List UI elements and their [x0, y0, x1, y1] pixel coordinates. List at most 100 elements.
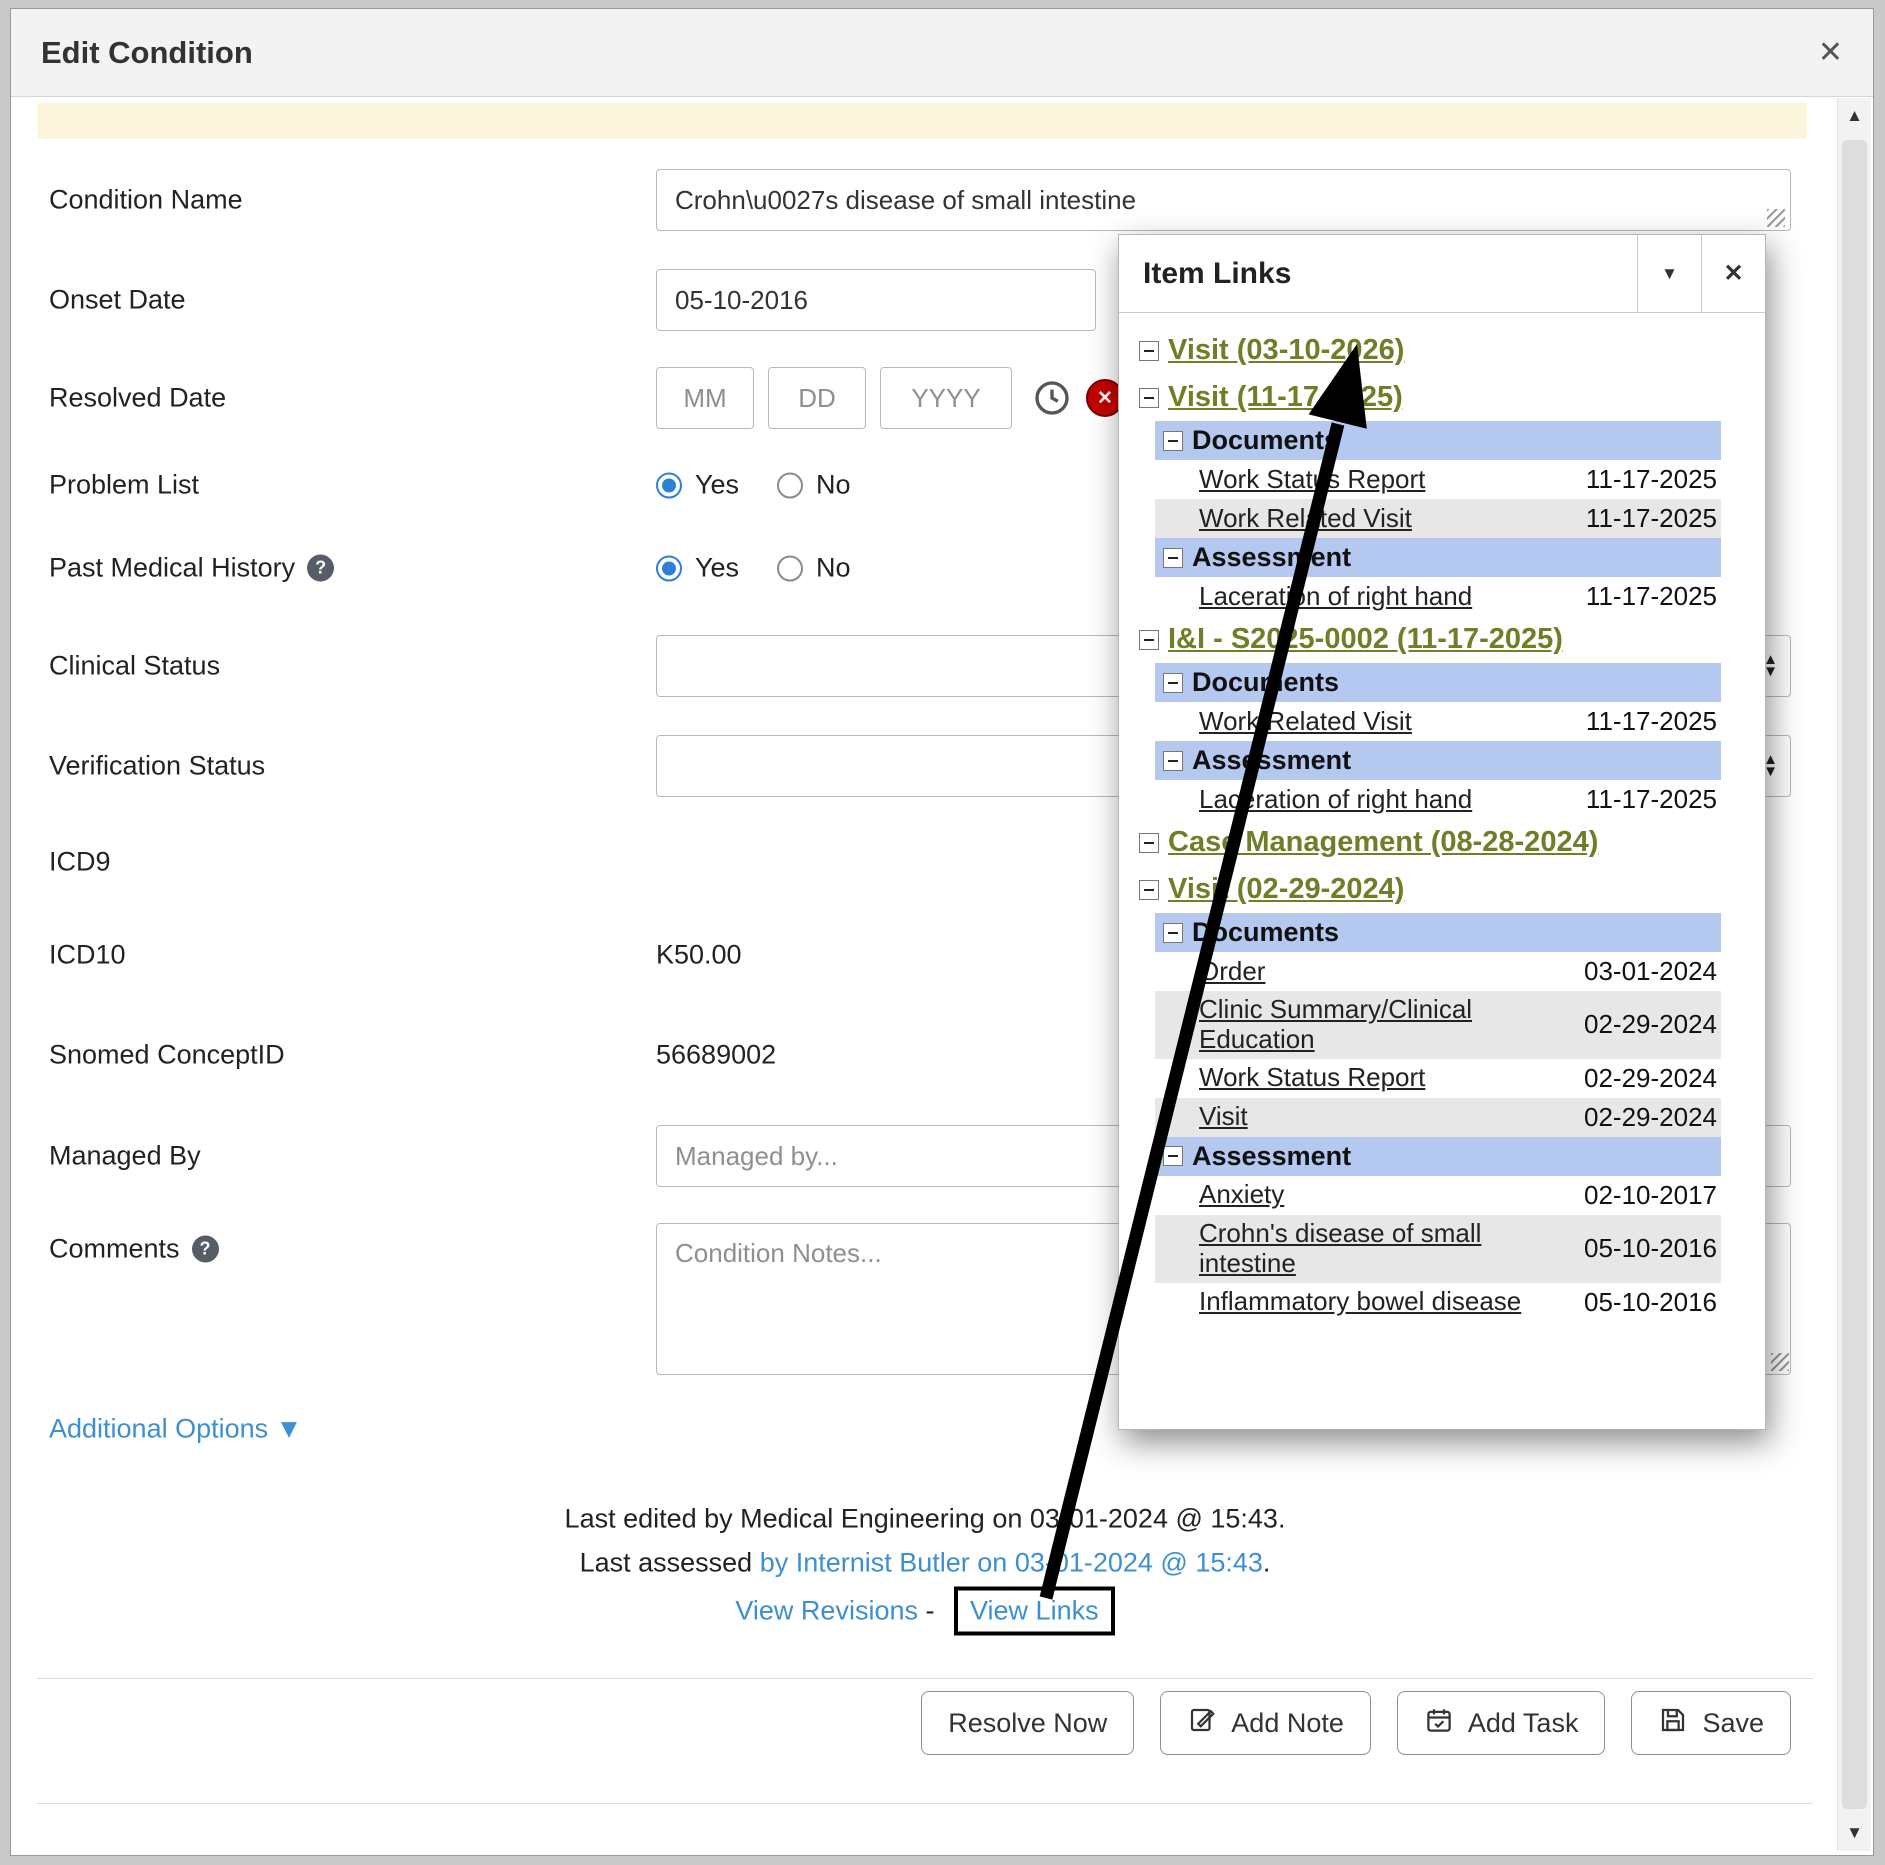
help-icon[interactable]: ?: [307, 555, 334, 582]
item-links-item-row: Work Related Visit11-17-2025: [1155, 702, 1721, 741]
pmh-no-radio[interactable]: No: [777, 553, 851, 584]
divider: [37, 1678, 1813, 1679]
encounter-link[interactable]: Visit (03-10-2026): [1168, 334, 1404, 367]
radio-icon: [656, 555, 682, 581]
pmh-yes-radio[interactable]: Yes: [656, 553, 739, 584]
linked-item-link[interactable]: Laceration of right hand: [1199, 785, 1586, 815]
resize-handle[interactable]: [1767, 209, 1785, 227]
linked-item-link[interactable]: Inflammatory bowel disease: [1199, 1287, 1584, 1317]
encounter-link[interactable]: Visit (11-17-2025): [1168, 381, 1403, 414]
linked-item-link[interactable]: Anxiety: [1199, 1180, 1584, 1210]
item-links-item-row: Crohn's disease of small intestine05-10-…: [1155, 1215, 1721, 1283]
scrollbar-track[interactable]: [1838, 134, 1871, 1815]
linked-item-link[interactable]: Order: [1199, 957, 1584, 987]
collapse-minus-icon[interactable]: [1163, 548, 1183, 568]
linked-item-link[interactable]: Crohn's disease of small intestine: [1199, 1219, 1584, 1279]
save-icon: [1658, 1705, 1688, 1742]
linked-item-date: 05-10-2016: [1584, 1287, 1717, 1318]
linked-item-link[interactable]: Laceration of right hand: [1199, 582, 1586, 612]
radio-icon: [777, 472, 803, 498]
save-button[interactable]: Save: [1631, 1691, 1791, 1755]
view-revisions-link[interactable]: View Revisions: [735, 1596, 918, 1626]
scroll-down-button[interactable]: ▼: [1838, 1815, 1871, 1851]
collapse-minus-icon[interactable]: [1139, 388, 1159, 408]
collapse-minus-icon[interactable]: [1139, 880, 1159, 900]
linked-item-link[interactable]: Clinic Summary/Clinical Education: [1199, 995, 1584, 1055]
collapse-minus-icon[interactable]: [1163, 673, 1183, 693]
last-assessed-link[interactable]: by Internist Butler on 03-01-2024 @ 15:4…: [760, 1548, 1263, 1578]
verification-status-label-text: Verification Status: [49, 751, 265, 782]
item-links-group-row: Case Management (08-28-2024): [1139, 819, 1721, 866]
resolve-now-button[interactable]: Resolve Now: [921, 1691, 1134, 1755]
encounter-link[interactable]: Visit (02-29-2024): [1168, 873, 1404, 906]
modal-title: Edit Condition: [41, 35, 253, 71]
item-links-header: Item Links ▼ ✕: [1119, 235, 1765, 313]
problem-list-no-radio[interactable]: No: [777, 470, 851, 501]
onset-date-label: Onset Date: [49, 285, 186, 316]
scrollbar-thumb[interactable]: [1842, 140, 1867, 1809]
collapse-minus-icon[interactable]: [1163, 751, 1183, 771]
collapse-minus-icon[interactable]: [1163, 923, 1183, 943]
linked-item-link[interactable]: Work Status Report: [1199, 465, 1586, 495]
vertical-scrollbar[interactable]: ▲ ▼: [1837, 98, 1871, 1851]
last-edited-line: Last edited by Medical Engineering on 03…: [37, 1504, 1813, 1535]
condition-name-input[interactable]: [656, 169, 1791, 231]
view-links-link[interactable]: View Links: [970, 1596, 1099, 1626]
add-note-button[interactable]: Add Note: [1160, 1691, 1371, 1755]
linked-item-link[interactable]: Work Related Visit: [1199, 504, 1586, 534]
radio-label: No: [816, 470, 851, 501]
item-links-section-header: Assessment: [1155, 741, 1721, 780]
condition-name-label-text: Condition Name: [49, 185, 243, 216]
linked-item-link[interactable]: Work Related Visit: [1199, 707, 1586, 737]
problem-list-yes-radio[interactable]: Yes: [656, 470, 739, 501]
modal-close-icon[interactable]: ✕: [1818, 35, 1843, 70]
linked-item-date: 11-17-2025: [1586, 784, 1717, 815]
radio-icon: [777, 555, 803, 581]
resolved-month-input[interactable]: [656, 367, 754, 429]
icd10-label: ICD10: [49, 940, 126, 971]
encounter-link[interactable]: I&I - S2025-0002 (11-17-2025): [1168, 623, 1563, 656]
snomed-label: Snomed ConceptID: [49, 1040, 285, 1071]
scroll-up-button[interactable]: ▲: [1838, 98, 1871, 134]
item-links-tree: Visit (03-10-2026) Visit (11-17-2025) Docu…: [1119, 313, 1765, 1415]
item-links-close-button[interactable]: ✕: [1701, 235, 1765, 312]
additional-options-text[interactable]: Additional Options: [49, 1414, 268, 1444]
linked-item-date: 05-10-2016: [1584, 1233, 1717, 1264]
onset-date-label-text: Onset Date: [49, 285, 186, 316]
linked-item-date: 02-29-2024: [1584, 1063, 1717, 1094]
comments-label: Comments ?: [49, 1234, 219, 1265]
onset-date-input[interactable]: [656, 269, 1096, 331]
additional-options-link[interactable]: Additional Options ▼: [49, 1414, 302, 1445]
linked-item-date: 11-17-2025: [1586, 464, 1717, 495]
item-links-group-row: Visit (11-17-2025): [1139, 374, 1721, 421]
collapse-minus-icon[interactable]: [1163, 431, 1183, 451]
resolved-day-input[interactable]: [768, 367, 866, 429]
collapse-minus-icon[interactable]: [1163, 1146, 1183, 1166]
past-medical-history-label: Past Medical History ?: [49, 553, 334, 584]
save-label: Save: [1702, 1708, 1764, 1739]
note-icon: [1187, 1705, 1217, 1742]
encounter-link[interactable]: Case Management (08-28-2024): [1168, 826, 1598, 859]
help-icon[interactable]: ?: [192, 1236, 219, 1263]
linked-item-date: 11-17-2025: [1586, 503, 1717, 534]
resolved-year-input[interactable]: [880, 367, 1012, 429]
collapse-minus-icon[interactable]: [1139, 341, 1159, 361]
resize-handle[interactable]: [1771, 1353, 1789, 1371]
resolved-date-label-text: Resolved Date: [49, 383, 226, 414]
divider: [37, 1803, 1813, 1804]
add-note-label: Add Note: [1231, 1708, 1344, 1739]
item-links-section-header: Assessment: [1155, 538, 1721, 577]
item-links-collapse-button[interactable]: ▼: [1637, 235, 1701, 312]
linked-item-link[interactable]: Visit: [1199, 1102, 1584, 1132]
clock-icon[interactable]: [1032, 378, 1072, 418]
item-links-group-row: Visit (02-29-2024): [1139, 866, 1721, 913]
close-icon: ✕: [1723, 259, 1743, 288]
section-label: Assessment: [1192, 1141, 1351, 1172]
collapse-minus-icon[interactable]: [1139, 630, 1159, 650]
add-task-button[interactable]: Add Task: [1397, 1691, 1606, 1755]
collapse-minus-icon[interactable]: [1139, 833, 1159, 853]
linked-item-link[interactable]: Work Status Report: [1199, 1063, 1584, 1093]
section-label: Documents: [1192, 917, 1339, 948]
item-links-item-row: Work Status Report11-17-2025: [1155, 460, 1721, 499]
chevron-down-icon: ▼: [276, 1414, 303, 1444]
